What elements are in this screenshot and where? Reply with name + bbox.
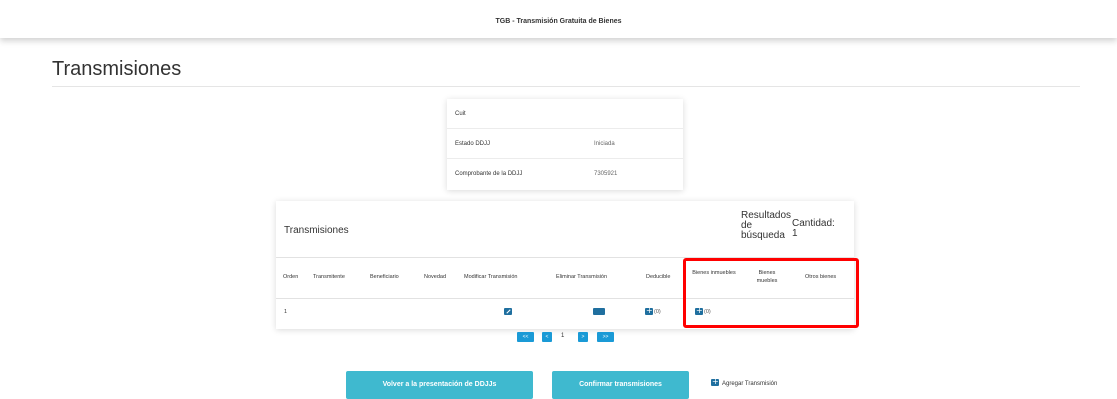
app-title: TGB - Transmisión Gratuita de Bienes <box>495 18 622 25</box>
info-row-estado: Estado DDJJ Iniciada <box>447 129 683 159</box>
info-label: Comprobante de la DDJJ <box>455 171 523 177</box>
info-row-cuit: Cuit <box>447 99 683 129</box>
pager-current-page[interactable]: 1 <box>561 333 564 339</box>
back-button[interactable]: Volver a la presentación de DDJJs <box>346 371 533 399</box>
page-title: Transmisiones <box>52 58 182 80</box>
edit-icon[interactable] <box>504 308 512 315</box>
col-modificar: Modificar Transmisión <box>464 274 518 280</box>
pager-first-button[interactable]: << <box>517 332 534 342</box>
add-deducible-icon[interactable] <box>645 306 653 315</box>
add-icon <box>711 377 719 386</box>
deducible-count: (0) <box>654 309 661 315</box>
col-beneficiario: Beneficiario <box>370 274 399 280</box>
transmisiones-title: Transmisiones <box>284 225 349 236</box>
col-transmitente: Transmitente <box>313 274 345 280</box>
info-value: Iniciada <box>594 141 615 147</box>
ddjj-info-card: Cuit Estado DDJJ Iniciada Comprobante de… <box>447 99 683 190</box>
pager-next-button[interactable]: > <box>578 332 588 342</box>
info-value: 7305921 <box>594 171 618 177</box>
add-transmission-label: Agregar Transmisión <box>722 381 778 388</box>
confirm-button[interactable]: Confirmar transmisiones <box>552 371 689 399</box>
pager-last-button[interactable]: >> <box>597 332 614 342</box>
add-transmission-link[interactable]: Agregar Transmisión <box>711 377 778 388</box>
col-eliminar: Eliminar Transmisión <box>556 274 608 280</box>
col-novedad: Novedad <box>424 274 447 280</box>
col-orden: Orden <box>283 274 299 280</box>
col-deducible: Deducible <box>646 274 671 280</box>
highlight-box <box>683 258 859 328</box>
info-label: Cuit <box>455 111 466 117</box>
cantidad-label: Cantidad: 1 <box>792 218 835 239</box>
row-orden: 1 <box>284 309 288 315</box>
info-label: Estado DDJJ <box>455 141 491 147</box>
top-bar: TGB - Transmisión Gratuita de Bienes <box>0 0 1117 38</box>
pager-prev-button[interactable]: < <box>542 332 552 342</box>
results-label: Resultados de búsqueda <box>741 210 792 241</box>
info-row-comprobante: Comprobante de la DDJJ 7305921 <box>447 159 683 189</box>
delete-icon[interactable] <box>593 308 605 315</box>
title-divider <box>52 86 1080 87</box>
